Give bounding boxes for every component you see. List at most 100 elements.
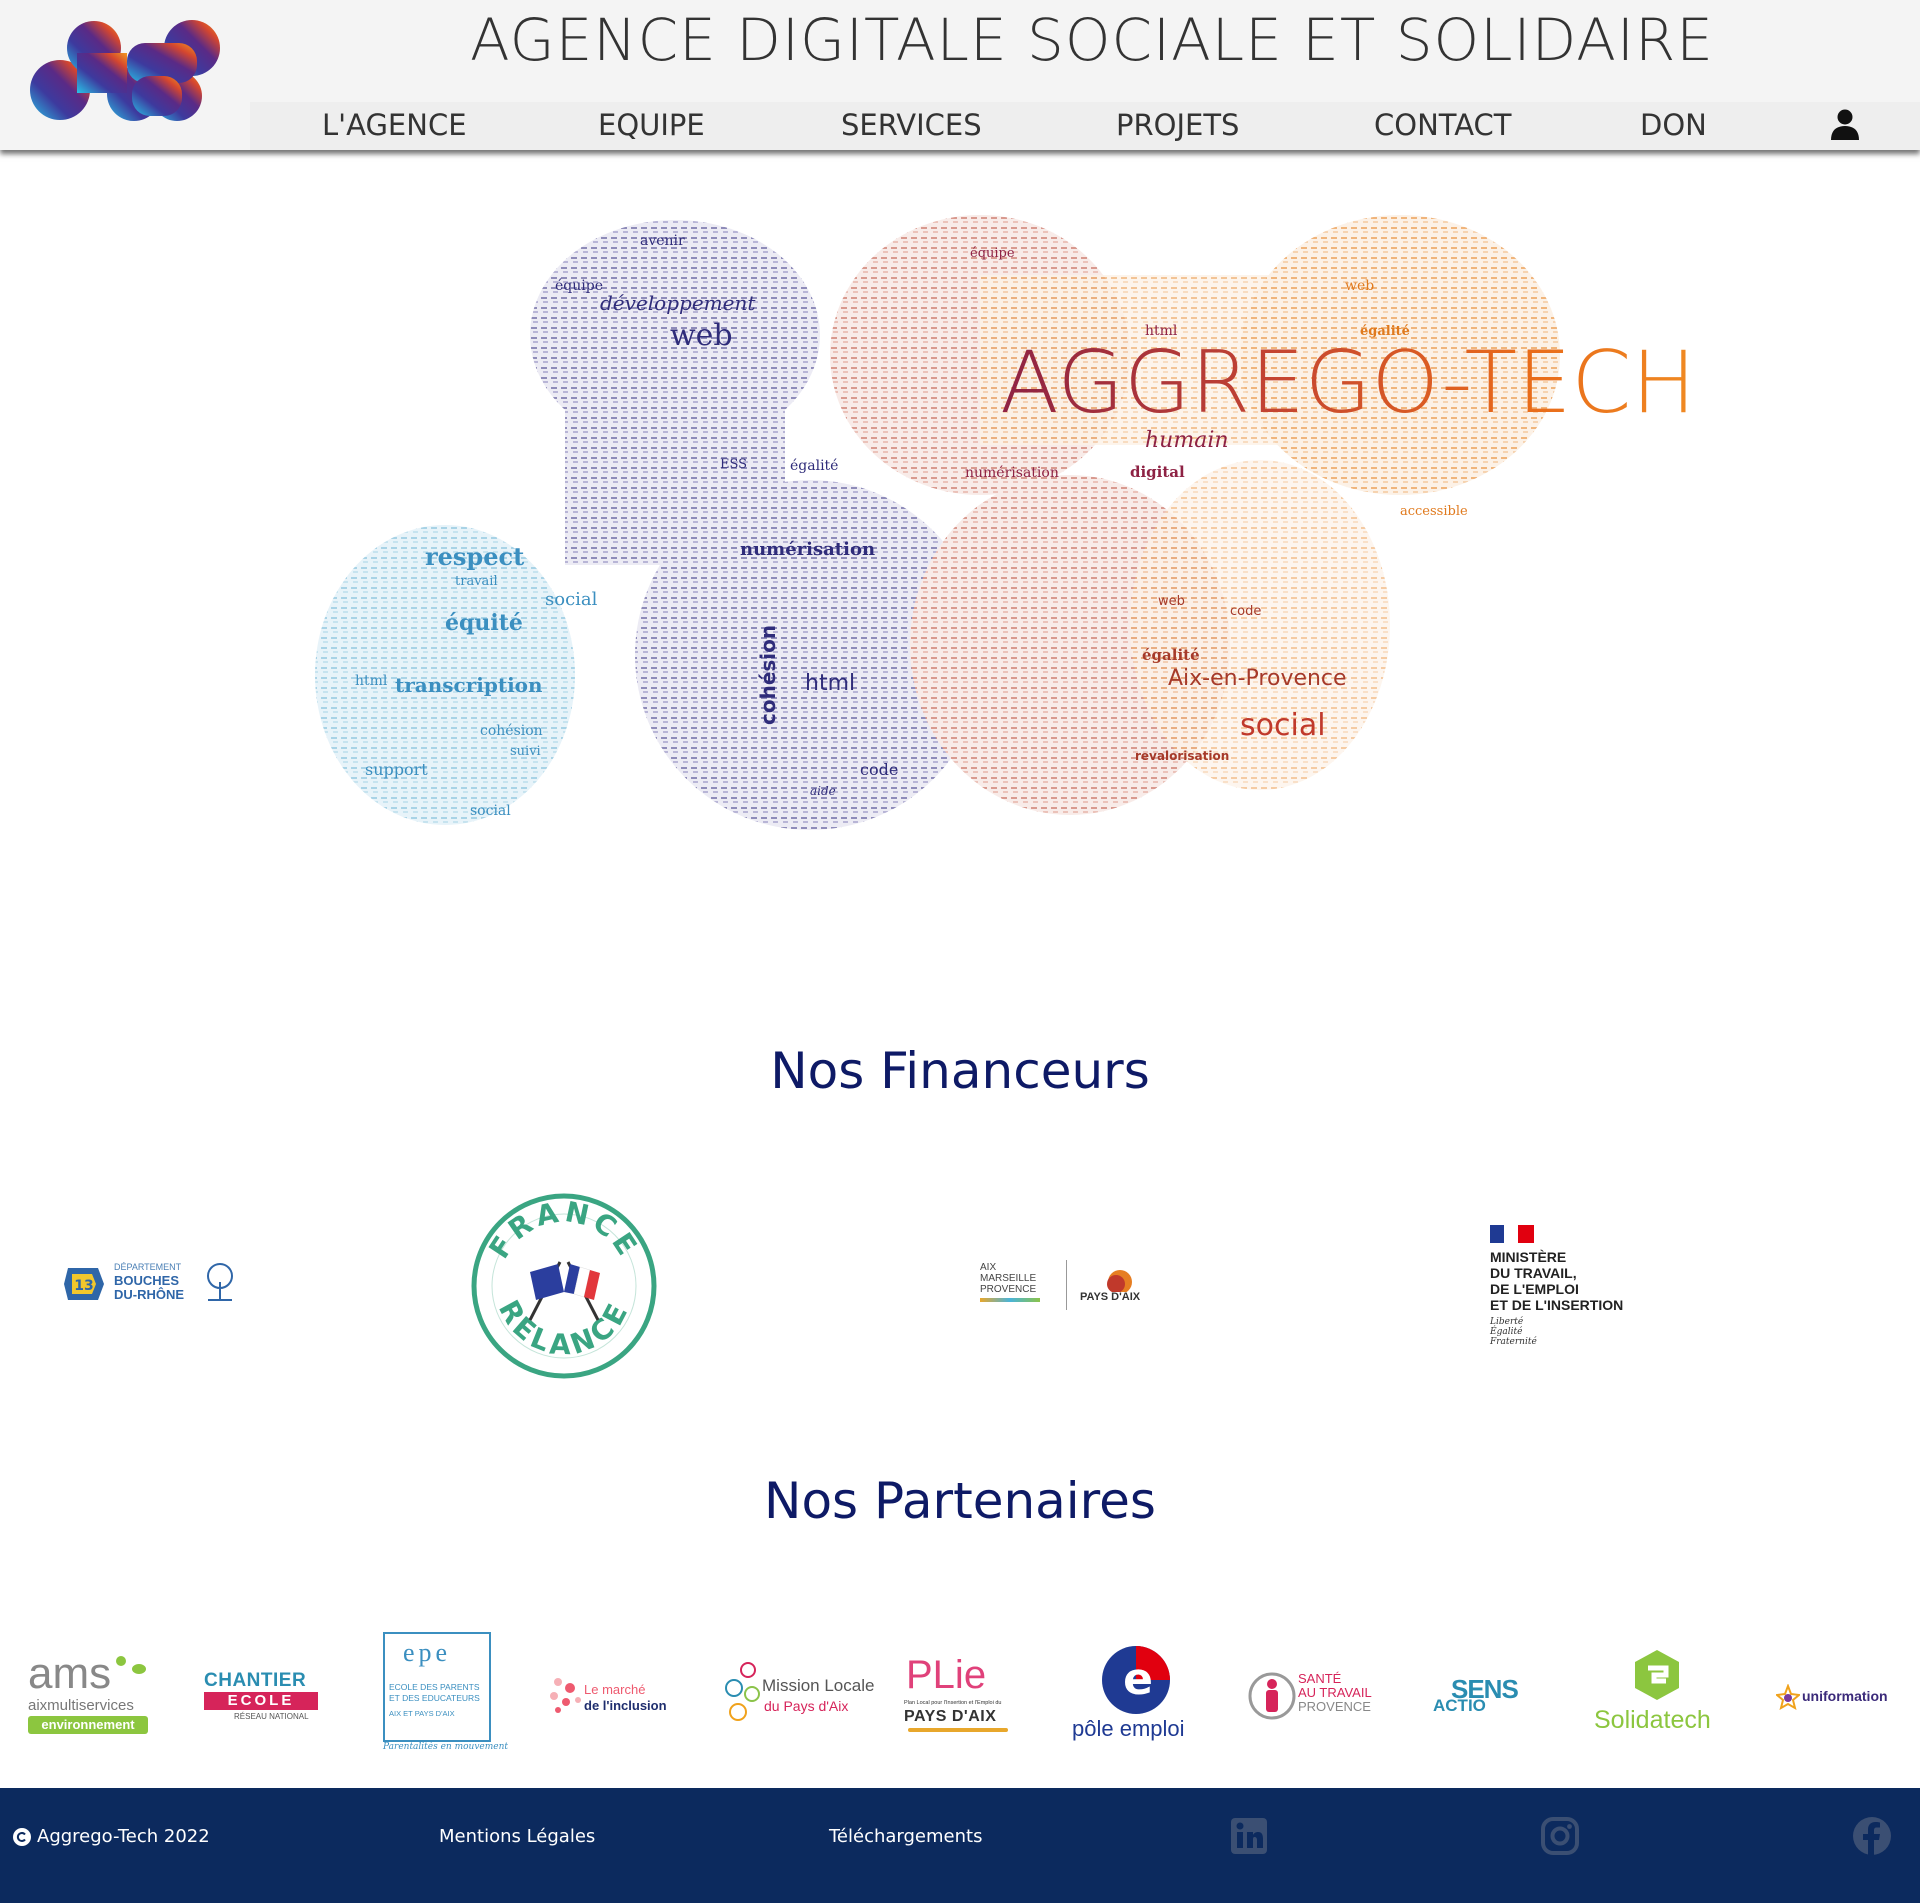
funder-motto: Liberté Égalité Fraternité [1490, 1317, 1537, 1347]
leaf-dot-icon [116, 1656, 126, 1666]
word: cohésion [756, 625, 780, 725]
funder-text-line: ET DE L'INSERTION [1490, 1297, 1624, 1313]
partner-text: PAYS D'AIX [904, 1708, 997, 1725]
partner-text-line: SANTÉ [1298, 1671, 1342, 1686]
partner-text: ACTIO [1433, 1696, 1486, 1715]
partner-text: epe [403, 1638, 452, 1667]
partner-logo-plie[interactable]: PLie Plan Local pour l'Insertion et l'Em… [904, 1654, 1014, 1734]
word: code [1230, 604, 1261, 619]
word: html [355, 673, 388, 689]
dots-icon [550, 1678, 581, 1713]
funder-text: DÉPARTEMENT [114, 1262, 182, 1272]
user-icon[interactable] [1828, 107, 1862, 141]
funder-text-line: PROVENCE [980, 1284, 1037, 1295]
funder-logo-pays-d-aix[interactable]: AIX MARSEILLE PROVENCE PAYS D'AIX [980, 1260, 1150, 1312]
footer-link-telechargements[interactable]: Téléchargements [829, 1826, 982, 1847]
partner-logo-pole-emploi[interactable]: e pôle emploi [1070, 1644, 1200, 1744]
word: Aix-en-Provence [1168, 666, 1347, 691]
funder-text-line: Liberté [1490, 1317, 1524, 1327]
word: digital [1130, 463, 1185, 481]
partner-text: ECOLE DES PARENTS ET DES EDUCATEURS AIX … [389, 1682, 480, 1719]
site-header: AGENCE DIGITALE SOCIALE ET SOLIDAIRE L'A… [0, 0, 1920, 150]
solidatech-hex-icon [1635, 1650, 1679, 1700]
partner-logo-sante-travail[interactable]: SANTÉ AU TRAVAIL PROVENCE [1248, 1672, 1374, 1720]
nav-item-equipe[interactable]: EQUIPE [598, 108, 705, 142]
word: équité [445, 610, 523, 636]
word: travail [455, 574, 498, 589]
partner-logo-chantier-ecole[interactable]: CHANTIER ECOLE RÉSEAU NATIONAL [204, 1670, 320, 1721]
word: revalorisation [1135, 749, 1229, 763]
word: développement [600, 291, 756, 315]
copyright-icon [13, 1828, 31, 1846]
partner-text-line: ET DES EDUCATEURS [389, 1693, 480, 1703]
word: équipe [970, 246, 1015, 261]
divider [1066, 1260, 1067, 1310]
nav-item-don[interactable]: DON [1640, 108, 1707, 142]
facebook-icon[interactable] [1852, 1816, 1892, 1856]
aggrego-tech-logo-icon[interactable] [22, 18, 227, 126]
financeurs-title: Nos Financeurs [770, 1042, 1150, 1100]
word: web [1345, 278, 1374, 294]
funder-text: DU-RHÔNE [114, 1287, 185, 1302]
word: support [365, 760, 428, 779]
svg-text:13: 13 [74, 1278, 93, 1294]
funder-text: MINISTÈRE DU TRAVAIL, DE L'EMPLOI ET DE … [1490, 1249, 1623, 1313]
partner-logo-mission-locale[interactable]: Mission Locale du Pays d'Aix [722, 1660, 874, 1730]
partner-logo-marche-inclusion[interactable]: Le marché de l'inclusion [548, 1676, 676, 1720]
partner-text: Solidatech [1594, 1706, 1711, 1734]
word: ESS [720, 457, 747, 472]
word: web [670, 318, 733, 353]
pole-emploi-e-icon: e [1102, 1646, 1170, 1714]
partner-text-line: ECOLE DES PARENTS [389, 1682, 480, 1692]
word: social [470, 803, 511, 819]
wordcloud-shape: respect équité social transcription supp… [315, 215, 1560, 830]
nav-item-contact[interactable]: CONTACT [1374, 108, 1512, 142]
partner-logo-uniformation[interactable]: uniformation [1776, 1684, 1892, 1712]
partner-text: ams [28, 1649, 112, 1698]
marianne-flag-icon [1490, 1225, 1534, 1243]
partner-logo-solidatech[interactable]: Solidatech [1594, 1648, 1722, 1742]
word: numérisation [965, 465, 1059, 481]
circles-icon [725, 1662, 760, 1721]
word: respect [425, 542, 524, 571]
funder-text-line: MARSEILLE [980, 1273, 1037, 1284]
partner-logo-ecole-des-parents[interactable]: epe ECOLE DES PARENTS ET DES EDUCATEURS … [383, 1632, 508, 1760]
footer-copyright: Aggrego-Tech 2022 [37, 1826, 210, 1847]
funder-text-line: Égalité [1490, 1327, 1523, 1337]
plie-underline [908, 1728, 1008, 1732]
funder-logo-france-relance[interactable]: FRANCE RELANCE [470, 1192, 658, 1380]
footer-link-mentions-legales[interactable]: Mentions Légales [439, 1826, 595, 1847]
word: aide [810, 784, 836, 798]
france-relance-seal-icon: FRANCE RELANCE [471, 1193, 657, 1379]
partner-text-line: AIX ET PAYS D'AIX [389, 1709, 455, 1718]
uniformation-star-icon [1776, 1684, 1800, 1710]
tree-icon [207, 1263, 233, 1301]
word: numérisation [740, 539, 875, 560]
partner-text: Plan Local pour l'Insertion et l'Emploi … [904, 1700, 1002, 1706]
partner-logo-sens-action[interactable]: SENS ACTIO [1433, 1674, 1543, 1718]
word: html [805, 671, 855, 696]
linkedin-icon[interactable] [1229, 1816, 1269, 1856]
hero-brand-title: AGGREGO-TECH [1000, 333, 1697, 433]
nav-item-agence[interactable]: L'AGENCE [322, 108, 467, 142]
funder-logo-ministere-travail[interactable]: MINISTÈRE DU TRAVAIL, DE L'EMPLOI ET DE … [1490, 1225, 1660, 1350]
main-nav: L'AGENCE EQUIPE SERVICES PROJETS CONTACT… [250, 102, 1920, 150]
funder-logo-bouches-du-rhone[interactable]: 13 DÉPARTEMENT BOUCHES DU-RHÔNE [62, 1262, 242, 1306]
instagram-icon[interactable] [1540, 1816, 1580, 1856]
partner-logo-ams[interactable]: ams aixmultiservices environnement [28, 1652, 150, 1736]
nav-item-projets[interactable]: PROJETS [1116, 108, 1239, 142]
funder-text: AIX MARSEILLE PROVENCE [980, 1262, 1036, 1295]
word: avenir [640, 233, 685, 249]
sun-icon [1107, 1270, 1132, 1292]
partner-text: CHANTIER [204, 1670, 307, 1691]
word: équipe [555, 278, 603, 294]
funder-text: PAYS D'AIX [1080, 1291, 1141, 1303]
partner-text-line: PROVENCE [1298, 1699, 1371, 1714]
partner-text: Parentalités en mouvement [383, 1742, 509, 1752]
partner-tag: ECOLE [204, 1692, 318, 1710]
nav-item-services[interactable]: SERVICES [841, 108, 982, 142]
svg-text:e: e [1123, 1654, 1153, 1705]
funder-text-line: DU TRAVAIL, [1490, 1265, 1577, 1281]
person-circle-icon [1248, 1672, 1296, 1720]
partner-text: SANTÉ AU TRAVAIL PROVENCE [1298, 1672, 1372, 1714]
